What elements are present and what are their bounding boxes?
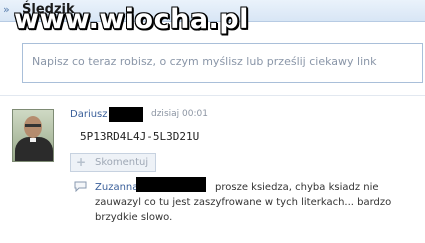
comment-text-line: prosze ksiedza, chyba ksiadz nie — [215, 182, 379, 193]
avatar-head — [24, 116, 42, 138]
redaction-bar — [109, 107, 143, 122]
plus-icon: + — [76, 155, 87, 169]
avatar[interactable] — [12, 109, 54, 162]
speech-bubble-icon — [74, 181, 87, 192]
comment-author-name[interactable]: Zuzanna — [95, 182, 138, 193]
double-chevron-right-icon[interactable]: » — [3, 3, 10, 16]
redaction-bar — [136, 177, 206, 192]
comment-text-line: brzydkie slowo. — [95, 212, 173, 223]
status-input-placeholder: Napisz co teraz robisz, o czym myślisz l… — [32, 55, 377, 68]
comment-text-line: zauwazyl co tu jest zaszyfrowane w tych … — [95, 197, 392, 208]
post-timestamp: dzisiaj 00:01 — [151, 109, 208, 119]
status-input[interactable]: Napisz co teraz robisz, o czym myślisz l… — [22, 43, 423, 83]
avatar-collar — [30, 138, 36, 142]
post-content: 5P13RD4L4J-5L3D21U — [80, 130, 200, 143]
comment-button[interactable]: + Skomentuj — [70, 153, 156, 172]
comment-button-label: Skomentuj — [95, 157, 149, 168]
avatar-glasses — [25, 124, 41, 127]
post-author-name[interactable]: Dariusz — [70, 109, 108, 120]
watermark: www.wiocha.pl — [14, 4, 249, 35]
divider — [0, 95, 425, 96]
